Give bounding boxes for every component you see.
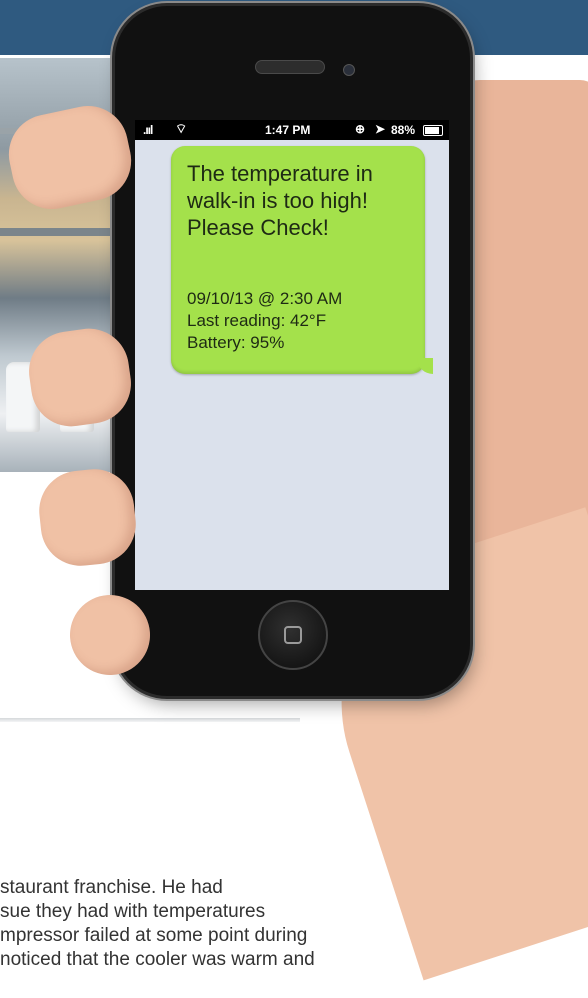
location-icon: ➤ [375, 122, 386, 136]
phone-screen: .ııl ⌔ 1:47 PM ⊕ ➤ 88% The temperature i… [135, 120, 449, 590]
article-text: staurant franchise. He had sue they had … [0, 876, 420, 972]
front-camera [343, 64, 355, 76]
article-line: noticed that the cooler was warm and [0, 949, 315, 970]
message-reading: Last reading: 42°F [187, 311, 327, 330]
wifi-icon: ⌔ [175, 121, 188, 136]
headline-line: The temperature in [187, 161, 373, 186]
home-square-icon [284, 626, 302, 644]
battery-icon [423, 125, 443, 136]
message-date: 09/10/13 @ 2:30 AM [187, 289, 343, 308]
headline-line: Please Check! [187, 215, 329, 240]
article-line: mpressor failed at some point during [0, 925, 308, 946]
status-bar: .ııl ⌔ 1:47 PM ⊕ ➤ 88% [135, 120, 449, 140]
signal-icon: .ııl [143, 123, 153, 137]
article-line: staurant franchise. He had [0, 877, 223, 898]
status-time: 1:47 PM [265, 123, 311, 137]
speaker-grille [255, 60, 325, 74]
rotation-lock-icon: ⊕ [355, 122, 366, 136]
message-details: 09/10/13 @ 2:30 AM Last reading: 42°F Ba… [187, 288, 419, 354]
message-battery: Battery: 95% [187, 333, 285, 352]
smartphone: .ııl ⌔ 1:47 PM ⊕ ➤ 88% The temperature i… [115, 6, 470, 696]
message-headline: The temperature in walk-in is too high! … [187, 160, 419, 241]
sms-message-bubble[interactable]: The temperature in walk-in is too high! … [171, 146, 433, 374]
battery-percent: 88% [391, 123, 416, 137]
headline-line: walk-in is too high! [187, 188, 368, 213]
article-line: sue they had with temperatures [0, 901, 266, 922]
home-button[interactable] [258, 600, 328, 670]
panel-divider [0, 718, 300, 722]
